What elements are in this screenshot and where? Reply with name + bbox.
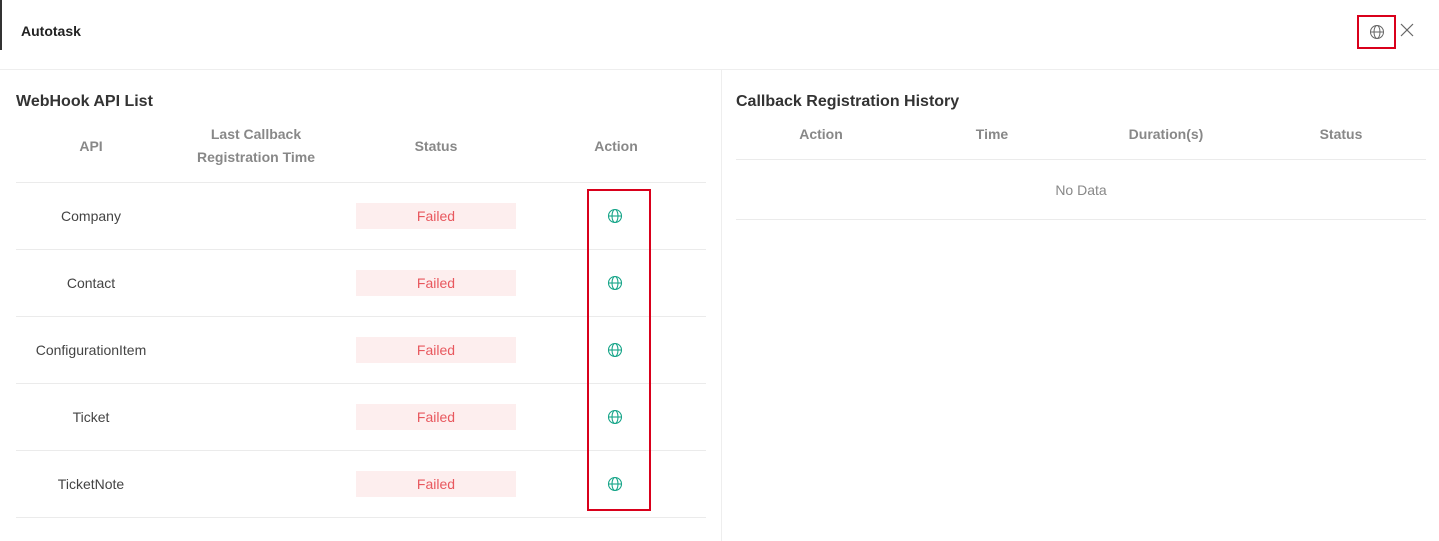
dialog-header: Autotask — [0, 0, 1439, 70]
status-badge: Failed — [356, 203, 516, 229]
api-name-cell: Contact — [66, 275, 116, 291]
history-bottom-divider — [736, 219, 1426, 220]
status-badge: Failed — [356, 270, 516, 296]
close-button[interactable] — [1398, 21, 1416, 39]
history-section-title: Callback Registration History — [736, 93, 960, 110]
api-name-cell: Company — [61, 208, 121, 224]
status-badge: Failed — [356, 337, 516, 363]
webhook-section-title: WebHook API List — [16, 93, 153, 110]
col-header-action: Action — [594, 138, 638, 154]
api-name-cell: Ticket — [72, 409, 110, 425]
history-col-status: Status — [1319, 126, 1363, 142]
header-divider — [16, 182, 706, 183]
api-name-cell: ConfigurationItem — [35, 342, 147, 358]
history-col-action: Action — [799, 126, 843, 142]
close-icon — [1400, 23, 1414, 37]
history-col-duration: Duration(s) — [1128, 126, 1204, 142]
globe-icon — [1369, 25, 1384, 39]
status-badge: Failed — [356, 471, 516, 497]
register-all-button[interactable] — [1357, 15, 1396, 49]
history-header-divider — [736, 159, 1426, 160]
api-name-cell: TicketNote — [57, 476, 125, 492]
status-badge: Failed — [356, 404, 516, 430]
dialog-title: Autotask — [21, 23, 81, 39]
action-column-highlight — [587, 189, 651, 511]
col-header-status: Status — [414, 138, 458, 154]
col-header-last-callback: Last Callback Registration Time — [197, 126, 315, 165]
row-divider — [16, 517, 706, 518]
empty-state-text: No Data — [1055, 182, 1107, 198]
history-col-time: Time — [975, 126, 1009, 142]
left-edge-mark — [0, 0, 2, 50]
col-header-api: API — [79, 138, 103, 154]
panel-divider — [721, 70, 722, 541]
